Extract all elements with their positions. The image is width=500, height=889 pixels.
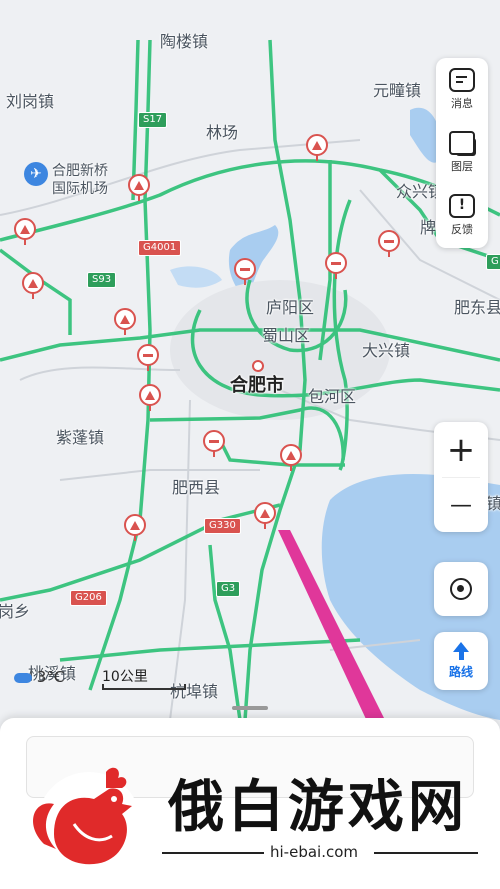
road-shield-s17: S17 — [138, 112, 168, 128]
construction-marker[interactable] — [280, 444, 302, 471]
feedback-label: 反馈 — [451, 223, 473, 236]
locate-icon — [450, 578, 472, 600]
construction-marker[interactable] — [306, 134, 328, 161]
place-luyang: 庐阳区 — [266, 298, 315, 317]
message-icon — [449, 68, 475, 92]
zoom-controls: + — — [434, 422, 488, 532]
watermark-url: hi-ebai.com — [270, 843, 359, 861]
place-airport-line2: 国际机场 — [52, 181, 108, 197]
route-arrow-icon — [453, 642, 469, 652]
construction-marker[interactable] — [139, 384, 161, 411]
place-airport-line1: 合肥新桥 — [52, 163, 108, 179]
construction-marker[interactable] — [22, 272, 44, 299]
place-hefei: 合肥市 — [230, 375, 284, 396]
layers-icon — [449, 131, 476, 156]
place-pai: 牌 — [420, 218, 437, 237]
scale-label: 10公里 — [102, 669, 148, 685]
message-label: 消息 — [451, 97, 473, 110]
road-shield-g4001: G4001 — [138, 240, 182, 256]
place-feixi: 肥西县 — [172, 478, 221, 497]
cloud-icon — [14, 672, 32, 683]
route-label: 路线 — [448, 665, 473, 679]
place-yuantong: 元疃镇 — [373, 81, 422, 100]
locate-button[interactable] — [434, 562, 488, 616]
weather-indicator: 3°C — [14, 668, 64, 686]
road-shield-s93: S93 — [87, 272, 117, 288]
layers-button[interactable]: 图层 — [436, 121, 488, 184]
zoom-out-button[interactable]: — — [434, 478, 488, 533]
construction-marker[interactable] — [14, 218, 36, 245]
route-button[interactable]: 路线 — [434, 632, 488, 690]
construction-marker[interactable] — [128, 174, 150, 201]
message-button[interactable]: 消息 — [436, 58, 488, 121]
place-gangxiang: 岗乡 — [0, 602, 31, 621]
place-liugang: 刘岗镇 — [6, 92, 55, 111]
place-zhen-right: 镇 — [486, 494, 500, 513]
place-feidong: 肥东县 — [454, 298, 500, 317]
watermark-title: 俄白游戏网 — [168, 775, 468, 840]
layers-label: 图层 — [451, 160, 473, 173]
place-hangbu: 杭埠镇 — [170, 682, 219, 701]
road-shield-g330: G330 — [204, 518, 241, 534]
cone-marker[interactable] — [114, 308, 136, 335]
road-closed-marker[interactable] — [137, 344, 159, 371]
watermark-rule-left — [162, 852, 264, 854]
sheet-handle[interactable] — [232, 706, 268, 710]
weather-temp: 3°C — [36, 668, 65, 686]
rooster-logo — [33, 767, 141, 876]
zoom-in-button[interactable]: + — [434, 422, 488, 477]
construction-marker[interactable] — [254, 502, 276, 529]
place-zipeng: 紫蓬镇 — [56, 428, 105, 447]
scale-bar — [102, 684, 186, 690]
road-closed-marker[interactable] — [325, 252, 347, 279]
road-shield-g3: G3 — [216, 581, 241, 597]
road-closed-marker[interactable] — [203, 430, 225, 457]
place-baohe: 包河区 — [308, 387, 357, 406]
road-closed-marker[interactable] — [378, 230, 400, 257]
watermark-rule-right — [374, 852, 478, 854]
feedback-button[interactable]: ! 反馈 — [436, 184, 488, 247]
feedback-icon: ! — [449, 194, 475, 218]
map-tools-panel: 消息 图层 ! 反馈 — [436, 58, 488, 248]
airport-icon: ✈ — [24, 162, 48, 186]
place-daxing: 大兴镇 — [362, 341, 411, 360]
road-closed-marker[interactable] — [234, 258, 256, 285]
place-linchang: 林场 — [206, 123, 239, 142]
place-taolou: 陶楼镇 — [160, 32, 209, 51]
road-shield-partial: G — [486, 254, 500, 270]
road-shield-g206: G206 — [70, 590, 107, 606]
cone-marker[interactable] — [124, 514, 146, 541]
place-shushan: 蜀山区 — [262, 326, 311, 345]
